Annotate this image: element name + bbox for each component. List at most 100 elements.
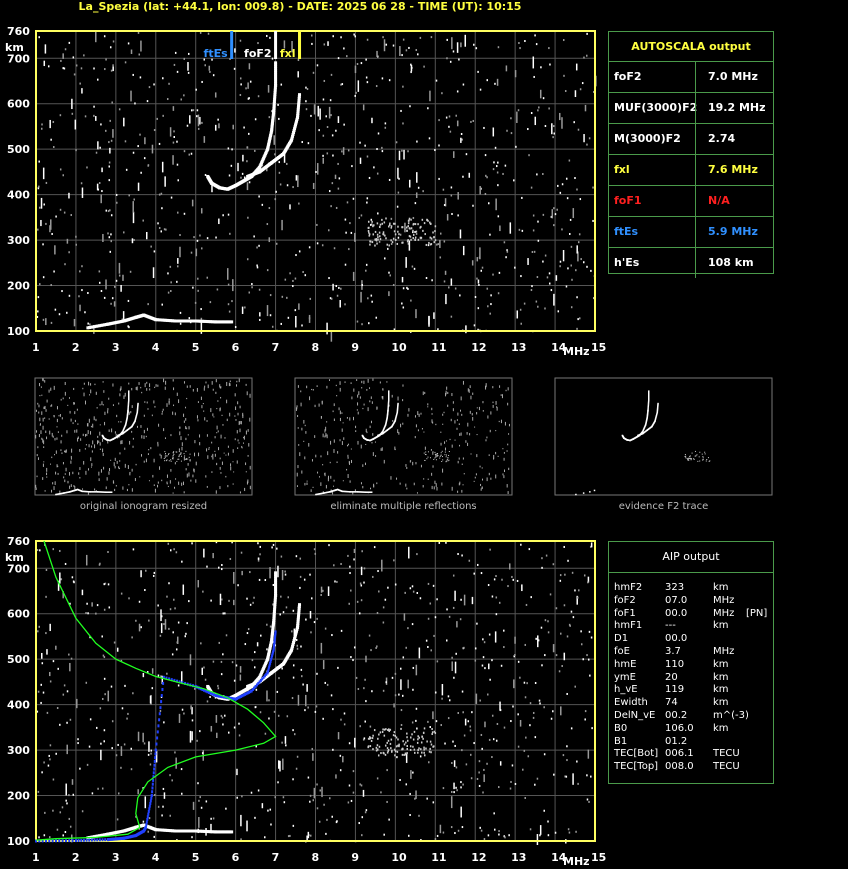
noise-speckle xyxy=(111,297,114,300)
noise-speckle xyxy=(516,310,519,319)
thumbnail-noise xyxy=(49,430,51,435)
noise-speckle xyxy=(350,656,352,659)
noise-speckle xyxy=(183,57,186,60)
thumbnail-noise xyxy=(89,394,91,396)
thumbnail-noise xyxy=(449,438,451,441)
noise-speckle xyxy=(559,260,562,263)
model-point xyxy=(151,790,154,794)
noise-speckle xyxy=(461,690,464,693)
noise-speckle xyxy=(316,223,318,226)
noise-speckle xyxy=(62,834,64,837)
noise-speckle xyxy=(331,634,333,637)
noise-cluster-dot xyxy=(417,238,420,241)
noise-speckle xyxy=(492,127,495,137)
noise-speckle xyxy=(404,591,406,594)
thumbnail-noise xyxy=(704,453,706,455)
noise-cluster-dot xyxy=(400,727,402,730)
noise-speckle xyxy=(533,75,535,78)
noise-speckle xyxy=(305,86,307,89)
noise-speckle xyxy=(201,667,203,675)
noise-speckle xyxy=(132,151,135,154)
thumbnail-noise xyxy=(427,456,429,458)
thumbnail-noise xyxy=(297,465,299,469)
noise-speckle xyxy=(164,619,167,630)
noise-speckle xyxy=(575,63,578,71)
model-point xyxy=(156,730,159,734)
noise-speckle xyxy=(521,584,523,592)
noise-speckle xyxy=(412,216,415,219)
noise-speckle xyxy=(316,64,319,67)
noise-speckle xyxy=(42,318,45,321)
noise-speckle xyxy=(41,662,44,665)
noise-speckle xyxy=(153,83,155,86)
noise-speckle xyxy=(576,296,578,299)
noise-speckle xyxy=(59,208,62,211)
thumbnail-noise xyxy=(77,437,79,442)
noise-cluster-dot xyxy=(417,738,419,741)
noise-speckle xyxy=(361,323,363,326)
noise-speckle xyxy=(402,287,405,290)
thumbnail-noise xyxy=(119,460,121,462)
noise-speckle xyxy=(417,53,419,56)
thumbnail-noise xyxy=(507,491,509,494)
noise-speckle xyxy=(389,274,391,277)
thumbnail-noise xyxy=(141,435,143,439)
thumbnail-noise xyxy=(198,452,200,457)
noise-speckle xyxy=(385,43,388,46)
noise-cluster-dot xyxy=(417,735,419,738)
noise-speckle xyxy=(384,598,387,601)
noise-speckle xyxy=(108,161,111,164)
noise-speckle xyxy=(540,66,542,69)
noise-speckle xyxy=(304,274,307,277)
noise-speckle xyxy=(153,835,155,838)
noise-speckle xyxy=(212,552,214,559)
thumbnail-noise xyxy=(146,388,148,391)
noise-speckle xyxy=(429,602,432,605)
aip-row: hmE 110 km xyxy=(609,659,773,672)
aip-param-unit: km xyxy=(713,620,729,632)
noise-speckle xyxy=(91,602,93,607)
noise-speckle xyxy=(530,596,532,599)
thumbnail-noise xyxy=(349,417,351,421)
noise-speckle xyxy=(453,760,456,767)
noise-speckle xyxy=(309,834,312,837)
thumbnail-noise xyxy=(427,451,429,453)
noise-speckle xyxy=(382,621,385,624)
thumbnail-noise xyxy=(141,391,143,394)
noise-speckle xyxy=(40,683,42,686)
aip-param-value: 006.1 xyxy=(665,748,694,760)
noise-speckle xyxy=(284,570,286,573)
noise-speckle xyxy=(56,828,59,831)
thumbnail-noise xyxy=(249,393,251,398)
thumbnail-noise xyxy=(306,385,308,389)
noise-speckle xyxy=(530,112,533,115)
thumbnail-noise xyxy=(505,389,507,392)
noise-speckle xyxy=(547,820,549,823)
noise-speckle xyxy=(201,752,204,755)
thumbnail-noise xyxy=(74,486,76,490)
noise-speckle xyxy=(348,602,350,605)
noise-speckle xyxy=(368,322,370,325)
noise-speckle xyxy=(399,46,401,56)
noise-speckle xyxy=(408,240,411,251)
noise-speckle xyxy=(360,62,363,65)
noise-speckle xyxy=(435,79,438,82)
thumbnail-trace-point xyxy=(647,405,650,408)
thumbnail-noise xyxy=(357,440,359,445)
thumbnail-noise xyxy=(110,459,112,461)
noise-speckle xyxy=(525,736,527,739)
noise-speckle xyxy=(572,208,575,219)
noise-speckle xyxy=(205,800,208,803)
aip-param-unit: TECU xyxy=(713,748,740,760)
aip-param-label: D1 xyxy=(614,633,629,645)
thumbnail-noise xyxy=(431,413,433,415)
noise-speckle xyxy=(497,215,500,218)
noise-speckle xyxy=(473,742,475,745)
model-point xyxy=(93,838,96,842)
thumbnail-noise xyxy=(433,486,435,490)
noise-speckle xyxy=(529,702,532,705)
noise-cluster-dot xyxy=(406,752,408,755)
aip-param-value: 119 xyxy=(665,684,685,696)
thumbnail-noise xyxy=(320,416,322,419)
noise-cluster-dot xyxy=(373,729,376,732)
